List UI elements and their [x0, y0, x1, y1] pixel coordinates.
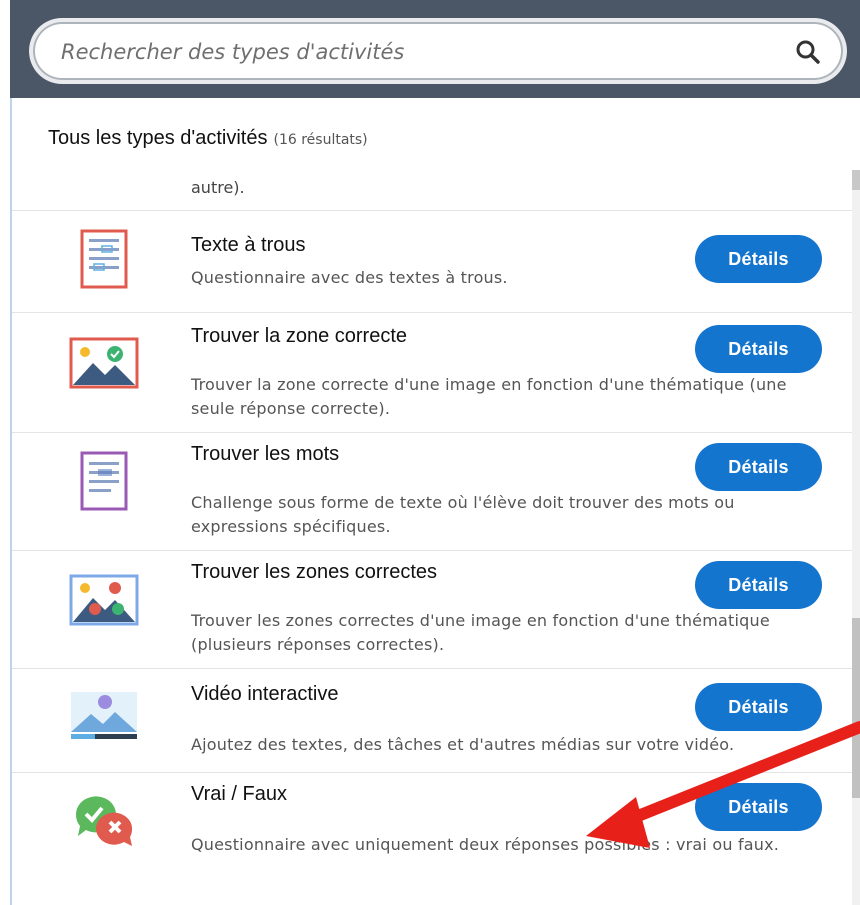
annotation-arrow-icon: [586, 721, 860, 848]
